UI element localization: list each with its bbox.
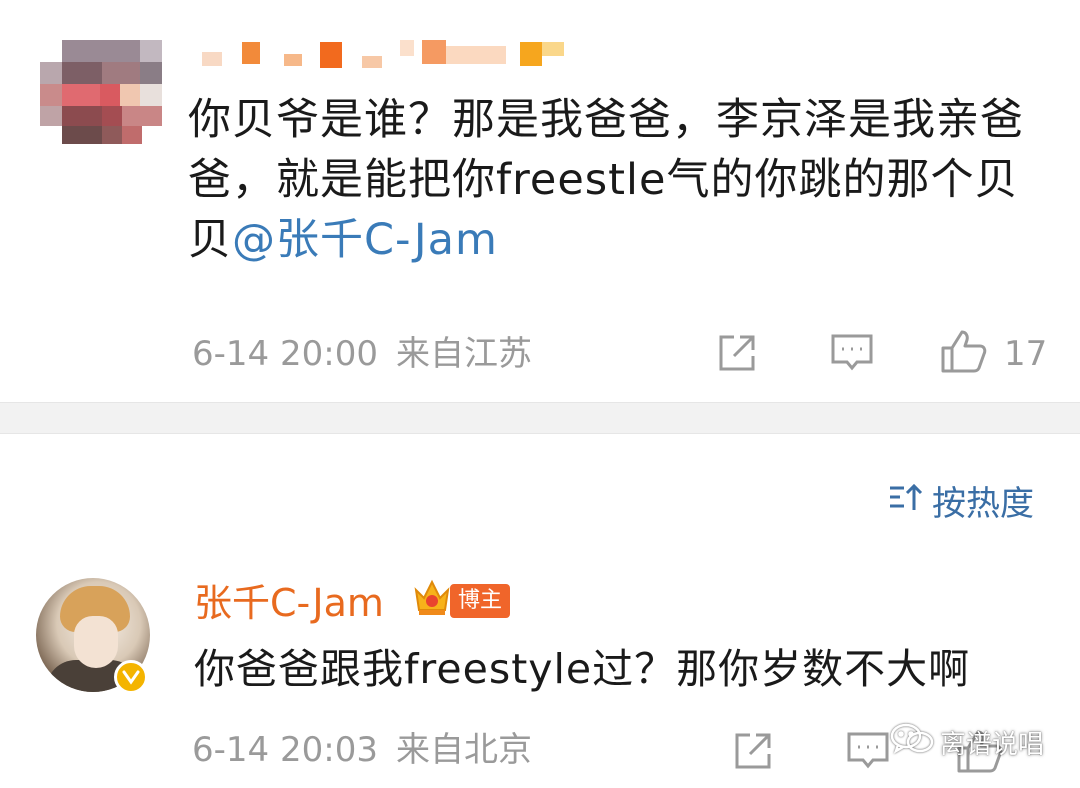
comment-item: 你贝爷是谁？那是我爸爸，李京泽是我亲爸 爸，就是能把你freestle气的你跳的… <box>0 0 1080 402</box>
section-divider <box>0 402 1080 434</box>
like-count: 17 <box>1004 334 1048 374</box>
blogger-username[interactable]: 张千C-Jam <box>194 580 384 626</box>
share-icon[interactable] <box>716 332 758 378</box>
verified-icon <box>114 660 148 694</box>
blogger-badge: 博主 <box>450 584 511 618</box>
comment-line-2: 爸，就是能把你freestle气的你跳的那个贝 <box>188 155 1019 205</box>
reply-meta: 6-14 20:03 来自北京 <box>192 728 532 772</box>
comment-line-3-prefix: 贝 <box>188 215 232 265</box>
comment-icon[interactable] <box>830 332 874 380</box>
comment-line-3: 贝@张千C-Jam <box>188 210 1058 270</box>
share-icon[interactable] <box>732 730 774 776</box>
like-icon[interactable] <box>940 328 988 378</box>
avatar[interactable] <box>40 40 162 144</box>
sort-label: 按热度 <box>932 484 1034 524</box>
timestamp: 6-14 20:03 <box>192 730 378 770</box>
sort-by-hot-button[interactable]: 按热度 <box>888 476 1034 525</box>
comment-meta: 6-14 20:00 来自江苏 <box>192 332 532 376</box>
watermark: 离谱说唱 <box>890 722 1044 768</box>
comment-text: 你贝爷是谁？那是我爸爸，李京泽是我亲爸 爸，就是能把你freestle气的你跳的… <box>188 90 1058 270</box>
mention-link[interactable]: @张千C-Jam <box>232 215 498 265</box>
comment-line-1: 你贝爷是谁？那是我爸爸，李京泽是我亲爸 <box>188 95 1024 145</box>
comment-icon[interactable] <box>846 730 890 778</box>
sort-icon <box>888 481 932 521</box>
timestamp: 6-14 20:00 <box>192 334 378 374</box>
username-blurred[interactable] <box>196 36 576 76</box>
weibo-comment-page: 你贝爷是谁？那是我爸爸，李京泽是我亲爸 爸，就是能把你freestle气的你跳的… <box>0 0 1080 788</box>
crown-icon <box>412 576 452 622</box>
location: 来自北京 <box>395 730 532 770</box>
watermark-label: 离谱说唱 <box>940 730 1045 760</box>
location: 来自江苏 <box>395 334 532 374</box>
reply-text: 你爸爸跟我freestyle过？那你岁数不大啊 <box>194 645 971 693</box>
wechat-icon <box>890 722 940 768</box>
